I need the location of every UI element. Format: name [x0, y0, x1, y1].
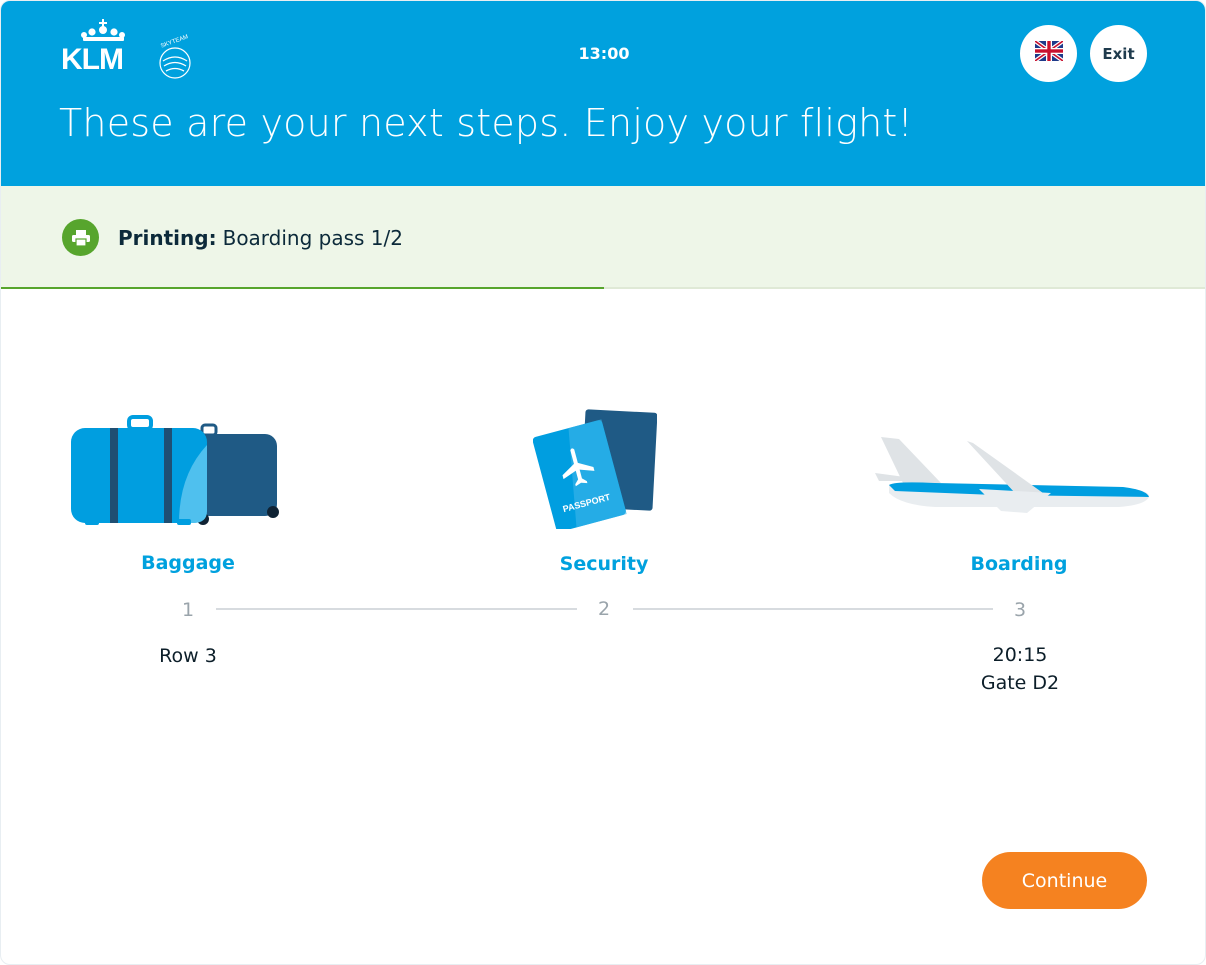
clock: 13:00	[578, 44, 630, 63]
passport-icon: PASSPORT	[532, 409, 658, 532]
step-number-1: 1	[181, 599, 195, 621]
step-number-3: 3	[1013, 599, 1027, 621]
print-progress-fill	[1, 287, 604, 289]
suitcase-icon	[71, 415, 281, 527]
step-connector	[216, 608, 577, 610]
step-detail-boarding: 20:15 Gate D2	[920, 641, 1120, 697]
airplane-icon	[875, 431, 1155, 521]
header: KLM SKYTEAM 13:00 Exit These are your ne…	[1, 1, 1205, 186]
boarding-time: 20:15	[992, 644, 1048, 666]
klm-logo: KLM SKYTEAM	[59, 17, 199, 83]
print-progress-bar	[1, 287, 1205, 289]
language-button[interactable]	[1020, 25, 1077, 82]
step-title-boarding: Boarding	[970, 553, 1068, 575]
printing-status-bar: Printing: Boarding pass 1/2	[1, 186, 1205, 289]
uk-flag-icon	[1033, 39, 1064, 66]
step-title-security: Security	[559, 553, 649, 575]
continue-button[interactable]: Continue	[982, 852, 1147, 909]
baggage-row: Row 3	[159, 645, 217, 667]
boarding-gate: Gate D2	[980, 672, 1060, 694]
step-detail-baggage: Row 3	[88, 642, 288, 670]
svg-text:KLM: KLM	[61, 43, 123, 76]
page-title: These are your next steps. Enjoy your fl…	[59, 101, 913, 145]
step-title-baggage: Baggage	[141, 552, 235, 574]
step-number-2: 2	[597, 598, 611, 620]
status-value: Boarding pass 1/2	[222, 226, 403, 250]
printing-status: Printing: Boarding pass 1/2	[118, 226, 403, 250]
svg-text:SKYTEAM: SKYTEAM	[160, 34, 189, 49]
kiosk-screen: KLM SKYTEAM 13:00 Exit These are your ne…	[0, 0, 1206, 965]
exit-button[interactable]: Exit	[1090, 25, 1147, 82]
printer-icon	[62, 219, 99, 256]
step-connector	[633, 608, 993, 610]
status-label: Printing:	[118, 226, 217, 250]
